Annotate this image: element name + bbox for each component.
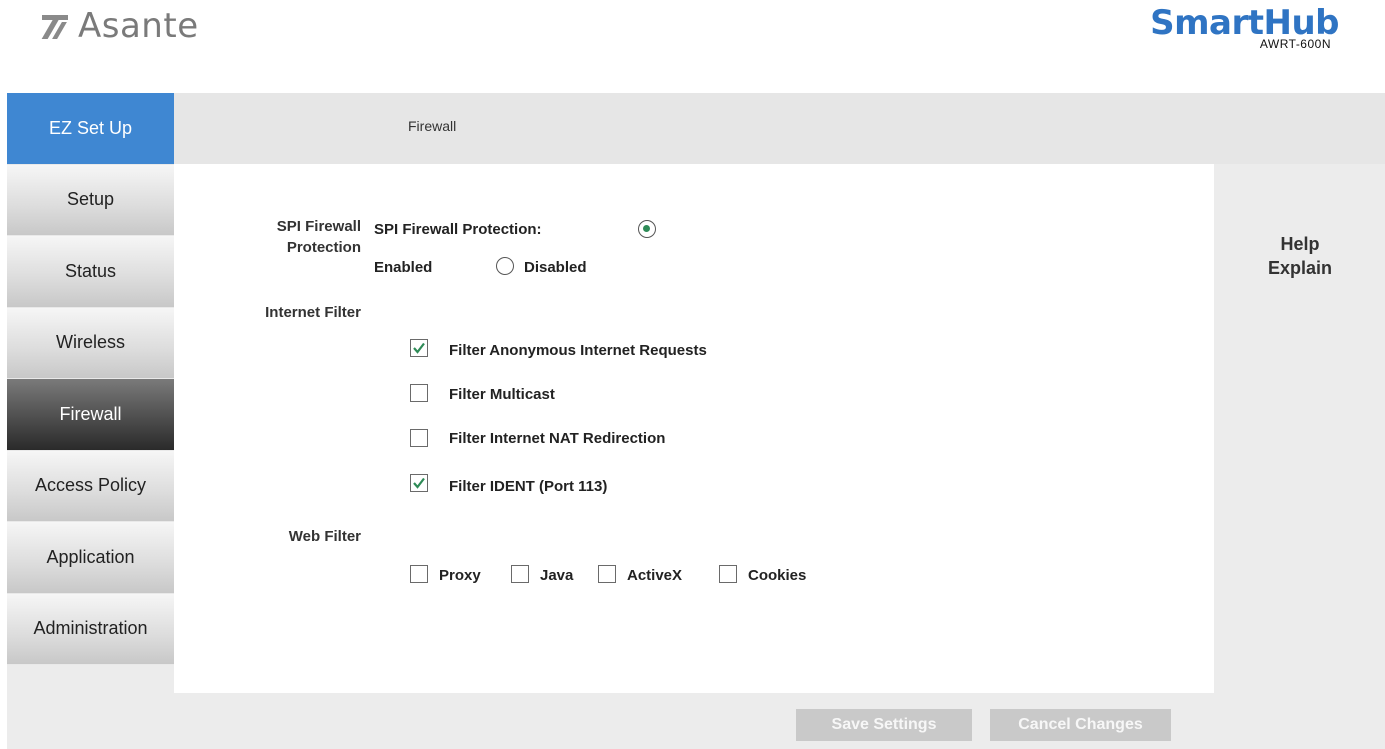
- page-title: Firewall: [408, 118, 457, 134]
- web-filter-java-label: Java: [540, 567, 574, 584]
- web-filter-section-label: Web Filter: [288, 528, 361, 545]
- web-filter-proxy-checkbox[interactable]: [410, 565, 428, 583]
- spi-field-label: SPI Firewall Protection:: [374, 221, 542, 238]
- page-header-bar: Firewall: [174, 93, 1385, 164]
- spi-enabled-radio[interactable]: [638, 220, 656, 238]
- brand-title: SmartHub: [1150, 3, 1339, 43]
- sidebar-item-access-policy[interactable]: Access Policy: [7, 450, 174, 522]
- web-filter-java-checkbox[interactable]: [511, 565, 529, 583]
- spi-enabled-label: Enabled: [374, 259, 433, 276]
- web-filter-proxy-label: Proxy: [439, 567, 481, 584]
- cancel-changes-button[interactable]: Cancel Changes: [990, 709, 1171, 741]
- web-filter-cookies-label: Cookies: [748, 567, 807, 584]
- web-filter-cookies-checkbox[interactable]: [719, 565, 737, 583]
- product-brand: SmartHub AWRT-600N: [1150, 6, 1339, 51]
- internet-filter-section-label: Internet Filter: [265, 304, 361, 321]
- radio-selected-dot: [643, 225, 650, 232]
- sidebar-nav: EZ Set Up Setup Status Wireless Firewall…: [7, 93, 174, 665]
- filter-nat-redirection-checkbox[interactable]: [410, 429, 428, 447]
- checkmark-icon: [413, 342, 425, 354]
- filter-anonymous-checkbox[interactable]: [410, 339, 428, 357]
- sidebar-item-status[interactable]: Status: [7, 236, 174, 308]
- spi-disabled-label: Disabled: [524, 259, 587, 276]
- sidebar-item-application[interactable]: Application: [7, 522, 174, 594]
- help-explain-link[interactable]: Help Explain: [1250, 232, 1350, 280]
- sidebar-item-wireless[interactable]: Wireless: [7, 307, 174, 379]
- asante-logo-icon: [41, 13, 72, 39]
- filter-anonymous-label: Filter Anonymous Internet Requests: [449, 342, 707, 359]
- web-filter-activex-label: ActiveX: [627, 567, 683, 584]
- filter-nat-redirection-label: Filter Internet NAT Redirection: [449, 430, 666, 447]
- help-line-1: Help: [1280, 234, 1320, 254]
- asante-logo: Asante: [41, 6, 199, 46]
- firewall-settings-panel: SPI Firewall Protection SPI Firewall Pro…: [174, 164, 1214, 693]
- web-filter-activex-checkbox[interactable]: [598, 565, 616, 583]
- filter-multicast-checkbox[interactable]: [410, 384, 428, 402]
- sidebar-item-administration[interactable]: Administration: [7, 593, 174, 665]
- filter-multicast-label: Filter Multicast: [449, 386, 555, 403]
- spi-section-label: SPI Firewall Protection: [276, 218, 361, 256]
- checkmark-icon: [413, 477, 425, 489]
- logo-text: Asante: [78, 6, 199, 46]
- filter-ident-label: Filter IDENT (Port 113): [449, 478, 608, 495]
- filter-ident-checkbox[interactable]: [410, 474, 428, 492]
- sidebar-item-setup[interactable]: Setup: [7, 164, 174, 236]
- spi-disabled-radio[interactable]: [496, 257, 514, 275]
- sidebar-item-firewall[interactable]: Firewall: [7, 379, 174, 451]
- help-line-2: Explain: [1267, 258, 1333, 278]
- sidebar-item-ez-setup[interactable]: EZ Set Up: [7, 93, 174, 165]
- save-settings-button[interactable]: Save Settings: [796, 709, 972, 741]
